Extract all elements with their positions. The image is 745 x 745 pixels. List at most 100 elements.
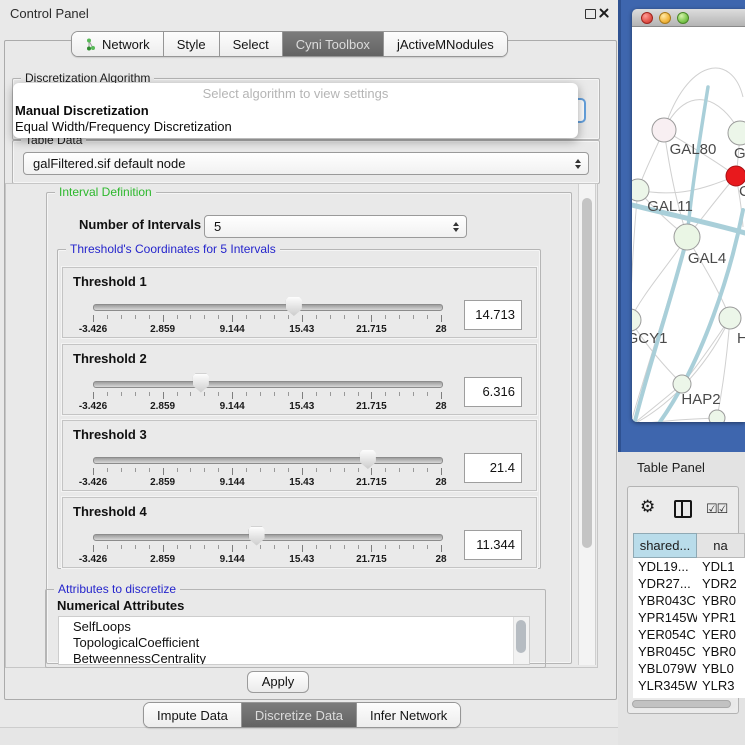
- tab-network[interactable]: Network: [72, 32, 164, 56]
- node-label: GAL80: [670, 141, 717, 158]
- tick-mark: [135, 315, 136, 319]
- close-traffic-light-icon[interactable]: [641, 12, 653, 24]
- minimize-traffic-light-icon[interactable]: [659, 12, 671, 24]
- slider-thumb[interactable]: [249, 527, 265, 546]
- threshold-panel-2: Threshold 2-3.4262.8599.14415.4321.71528…: [62, 344, 537, 415]
- attribute-item-topologicalcoefficient[interactable]: TopologicalCoefficient: [59, 635, 529, 651]
- threshold-slider[interactable]: -3.4262.8599.14415.4321.71528: [93, 371, 441, 413]
- table-row[interactable]: YBR043CYBR0: [633, 592, 745, 609]
- threshold-value-field[interactable]: 21.4: [464, 453, 522, 483]
- network-node-ga[interactable]: [728, 121, 745, 145]
- network-node-h[interactable]: [719, 307, 741, 329]
- column-header-shared-name[interactable]: shared...: [633, 533, 697, 558]
- node-label: H: [737, 330, 745, 347]
- application-window: Control Panel NetworkStyleSelectCyni Too…: [0, 0, 745, 745]
- network-window-titlebar[interactable]: [632, 9, 745, 27]
- threshold-value-field[interactable]: 11.344: [464, 530, 522, 560]
- threshold-slider[interactable]: -3.4262.8599.14415.4321.71528: [93, 447, 441, 489]
- threshold-value-field[interactable]: 14.713: [464, 300, 522, 330]
- apply-button[interactable]: Apply: [247, 671, 309, 693]
- column-view-icon[interactable]: [674, 500, 692, 518]
- tick-mark: [385, 545, 386, 549]
- network-window[interactable]: GAL80GACGAL11GAL4GCY1HHAP2: [632, 9, 745, 422]
- table-data-select[interactable]: galFiltered.sif default node: [23, 152, 589, 175]
- cell-name: YDR2: [697, 575, 737, 592]
- tab-cyni-toolbox[interactable]: Cyni Toolbox: [283, 32, 384, 56]
- tick-mark: [316, 315, 317, 319]
- tick-mark: [330, 392, 331, 396]
- tick-mark: [246, 545, 247, 549]
- threshold-value-field[interactable]: 6.316: [464, 377, 522, 407]
- slider-track[interactable]: [93, 381, 443, 388]
- list-scrollbar[interactable]: [513, 617, 529, 664]
- gear-icon[interactable]: ⚙: [640, 498, 655, 515]
- close-icon[interactable]: [598, 7, 610, 19]
- slider-thumb[interactable]: [193, 374, 209, 393]
- tick-label: 15.43: [289, 324, 314, 335]
- slider-track[interactable]: [93, 457, 443, 464]
- scrollbar-thumb[interactable]: [632, 700, 731, 708]
- tick-mark: [107, 468, 108, 472]
- tab-label: jActiveMNodules: [397, 37, 494, 52]
- cell-shared-name: YBL079W: [633, 660, 697, 677]
- table-row[interactable]: YLR345WYLR3: [633, 677, 745, 694]
- tick-mark: [149, 315, 150, 319]
- horizontal-scrollbar[interactable]: [630, 699, 736, 709]
- table-row[interactable]: YDL19...YDL1: [633, 558, 745, 575]
- attribute-item-selfloops[interactable]: SelfLoops: [59, 619, 529, 635]
- algorithm-option-manual-discretization[interactable]: Manual Discretization: [13, 103, 578, 119]
- cell-shared-name: YPR145W: [633, 609, 697, 626]
- slider-thumb[interactable]: [286, 297, 302, 316]
- table-row[interactable]: YIL052CYIL0: [633, 694, 745, 698]
- table-row[interactable]: YBR045CYBR0: [633, 643, 745, 660]
- tick-label: 9.144: [220, 401, 245, 412]
- threshold-slider[interactable]: -3.4262.8599.14415.4321.71528: [93, 294, 441, 336]
- slider-thumb[interactable]: [360, 450, 376, 469]
- scrollbar-thumb[interactable]: [516, 620, 526, 653]
- attribute-item-betweennesscentrality[interactable]: BetweennessCentrality: [59, 651, 529, 665]
- tick-mark: [204, 545, 205, 549]
- tab-label: Network: [102, 37, 150, 52]
- network-node-gal4[interactable]: [674, 224, 700, 250]
- float-window-icon[interactable]: [585, 9, 596, 19]
- network-node-gal80[interactable]: [652, 118, 676, 142]
- tab-select[interactable]: Select: [220, 32, 283, 56]
- table-row[interactable]: YDR27...YDR2: [633, 575, 745, 592]
- tab-infer-network[interactable]: Infer Network: [357, 703, 460, 727]
- tick-label: 15.43: [289, 554, 314, 565]
- tick-mark: [121, 468, 122, 472]
- tick-mark: [163, 468, 164, 475]
- tick-mark: [204, 468, 205, 472]
- column-header-name[interactable]: na: [697, 533, 745, 558]
- network-node[interactable]: [709, 410, 725, 422]
- tab-impute-data[interactable]: Impute Data: [144, 703, 242, 727]
- table-row[interactable]: YER054CYER0: [633, 626, 745, 643]
- table-row[interactable]: YPR145WYPR1: [633, 609, 745, 626]
- scrollbar-thumb[interactable]: [582, 198, 592, 548]
- zoom-traffic-light-icon[interactable]: [677, 12, 689, 24]
- node-label: GCY1: [632, 330, 667, 347]
- vertical-scrollbar[interactable]: [578, 184, 596, 665]
- tick-mark: [413, 468, 414, 472]
- tab-discretize-data[interactable]: Discretize Data: [242, 703, 357, 727]
- tick-mark: [330, 315, 331, 319]
- threshold-slider[interactable]: -3.4262.8599.14415.4321.71528: [93, 524, 441, 566]
- algorithm-option-equal-width-frequency-discretization[interactable]: Equal Width/Frequency Discretization: [13, 119, 578, 135]
- checkbox-icons[interactable]: ☑☑: [706, 501, 727, 517]
- tab-jactivemnodules[interactable]: jActiveMNodules: [384, 32, 507, 56]
- tick-mark: [274, 545, 275, 549]
- tick-label: -3.426: [79, 477, 107, 488]
- threshold-panel-3: Threshold 3-3.4262.8599.14415.4321.71528…: [62, 420, 537, 491]
- tab-style[interactable]: Style: [164, 32, 220, 56]
- network-canvas[interactable]: GAL80GACGAL11GAL4GCY1HHAP2: [632, 27, 745, 422]
- tick-mark: [121, 545, 122, 549]
- number-of-intervals-select[interactable]: 5: [204, 215, 467, 238]
- tick-mark: [121, 392, 122, 396]
- table-row[interactable]: YBL079WYBL0: [633, 660, 745, 677]
- numerical-attributes-list[interactable]: SelfLoopsTopologicalCoefficientBetweenne…: [58, 616, 530, 665]
- slider-track[interactable]: [93, 304, 443, 311]
- network-node-gcy1[interactable]: [632, 309, 641, 331]
- slider-track[interactable]: [93, 534, 443, 541]
- tick-mark: [413, 392, 414, 396]
- tick-mark: [358, 468, 359, 472]
